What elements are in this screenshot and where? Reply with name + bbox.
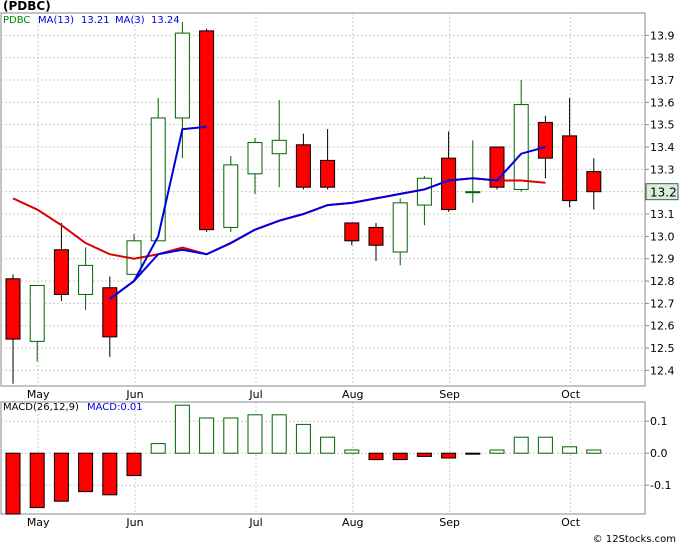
price-tick-label: 13.1 bbox=[650, 208, 675, 221]
stock-chart: 12.4 12.5 12.6 12.7 12.8 12.9 13.0 13.1 13.2 13.3… bbox=[0, 0, 680, 546]
macd-bar bbox=[5, 452, 21, 515]
macd-bar bbox=[174, 404, 190, 454]
macd-bar bbox=[537, 436, 553, 454]
macd-title: MACD(26,12,9) bbox=[3, 402, 79, 413]
candle-body bbox=[150, 117, 166, 242]
candle-body bbox=[586, 171, 602, 193]
macd-bar bbox=[320, 436, 336, 454]
candle-body bbox=[295, 144, 311, 188]
macd-month-label: Jun bbox=[125, 516, 143, 529]
last-price-label: 13.2 bbox=[650, 186, 677, 200]
candle-body bbox=[53, 249, 69, 295]
macd-bar bbox=[562, 446, 578, 454]
candle-body bbox=[441, 157, 457, 211]
macd-tick-label: 0.0 bbox=[650, 447, 668, 460]
macd-bar bbox=[586, 449, 602, 454]
price-month-label: May bbox=[27, 388, 50, 401]
candle-body bbox=[247, 142, 263, 175]
macd-bar bbox=[489, 449, 505, 454]
price-tick-label: 12.7 bbox=[650, 297, 675, 310]
candle-body bbox=[344, 222, 360, 242]
price-panel bbox=[0, 12, 646, 387]
candle-body bbox=[320, 159, 336, 188]
legend-symbol: PDBC bbox=[3, 15, 31, 26]
macd-bar bbox=[223, 417, 239, 454]
price-tick-label: 13.8 bbox=[650, 52, 675, 65]
candle-body bbox=[392, 202, 408, 253]
candle-body bbox=[368, 226, 384, 246]
price-tick-label: 13.6 bbox=[650, 96, 675, 109]
macd-bar bbox=[53, 452, 69, 502]
candle-body bbox=[199, 30, 215, 231]
price-tick-label: 12.8 bbox=[650, 275, 675, 288]
macd-bar bbox=[295, 423, 311, 454]
macd-bar bbox=[29, 452, 45, 509]
candle-body bbox=[465, 191, 481, 194]
price-month-label: Aug bbox=[342, 388, 363, 401]
candle-body bbox=[78, 264, 94, 295]
macd-bar bbox=[126, 452, 142, 477]
price-tick-label: 13.3 bbox=[650, 163, 675, 176]
macd-bar bbox=[271, 414, 287, 454]
candle-body bbox=[562, 135, 578, 202]
price-month-label: Jun bbox=[125, 388, 143, 401]
macd-bar bbox=[102, 452, 118, 496]
price-tick-label: 13.4 bbox=[650, 141, 675, 154]
copyright-footer: © 12Stocks.com bbox=[592, 534, 676, 545]
macd-bar bbox=[465, 452, 481, 455]
candle-body bbox=[223, 164, 239, 228]
macd-bar bbox=[199, 417, 215, 454]
legend-ma3-value: 13.24 bbox=[151, 15, 180, 26]
macd-bar bbox=[416, 452, 432, 457]
price-tick-label: 13.9 bbox=[650, 29, 675, 42]
macd-panel bbox=[0, 401, 646, 515]
macd-month-label: Jul bbox=[248, 516, 262, 529]
macd-value: MACD:0.01 bbox=[87, 402, 143, 413]
macd-bar bbox=[392, 452, 408, 461]
ticker-title: (PDBC) bbox=[3, 0, 51, 13]
macd-bar bbox=[344, 449, 360, 454]
price-month-label: Oct bbox=[561, 388, 581, 401]
candle-body bbox=[416, 177, 432, 206]
candle-body bbox=[271, 139, 287, 155]
macd-tick-label: 0.1 bbox=[650, 415, 668, 428]
macd-bar bbox=[513, 436, 529, 454]
macd-bar bbox=[441, 452, 457, 459]
price-tick-label: 12.9 bbox=[650, 253, 675, 266]
price-tick-label: 13.5 bbox=[650, 119, 675, 132]
candle-body bbox=[29, 284, 45, 342]
candle-body bbox=[174, 32, 190, 119]
price-month-label: Sep bbox=[439, 388, 460, 401]
macd-bar bbox=[368, 452, 384, 461]
macd-month-label: Oct bbox=[561, 516, 581, 529]
price-month-label: Jul bbox=[248, 388, 262, 401]
macd-month-label: Aug bbox=[342, 516, 363, 529]
macd-bar bbox=[150, 443, 166, 454]
legend-ma13-value: 13.21 bbox=[81, 15, 110, 26]
price-tick-label: 13.0 bbox=[650, 230, 675, 243]
candle-body bbox=[537, 121, 553, 159]
legend-ma3-label: MA(3) bbox=[115, 15, 145, 26]
price-tick-label: 12.6 bbox=[650, 320, 675, 333]
macd-month-label: Sep bbox=[439, 516, 460, 529]
price-tick-label: 13.7 bbox=[650, 74, 675, 87]
macd-bar bbox=[78, 452, 94, 493]
macd-bar bbox=[247, 414, 263, 454]
candle-body bbox=[513, 104, 529, 190]
macd-month-label: May bbox=[27, 516, 50, 529]
chart-svg: 12.4 12.5 12.6 12.7 12.8 12.9 13.0 13.1 13.2 13.3… bbox=[0, 12, 679, 529]
candle-body bbox=[5, 278, 21, 340]
legend-ma13-label: MA(13) bbox=[38, 15, 74, 26]
price-tick-label: 12.4 bbox=[650, 364, 675, 377]
macd-tick-label: -0.1 bbox=[650, 479, 671, 492]
price-tick-label: 12.5 bbox=[650, 342, 675, 355]
